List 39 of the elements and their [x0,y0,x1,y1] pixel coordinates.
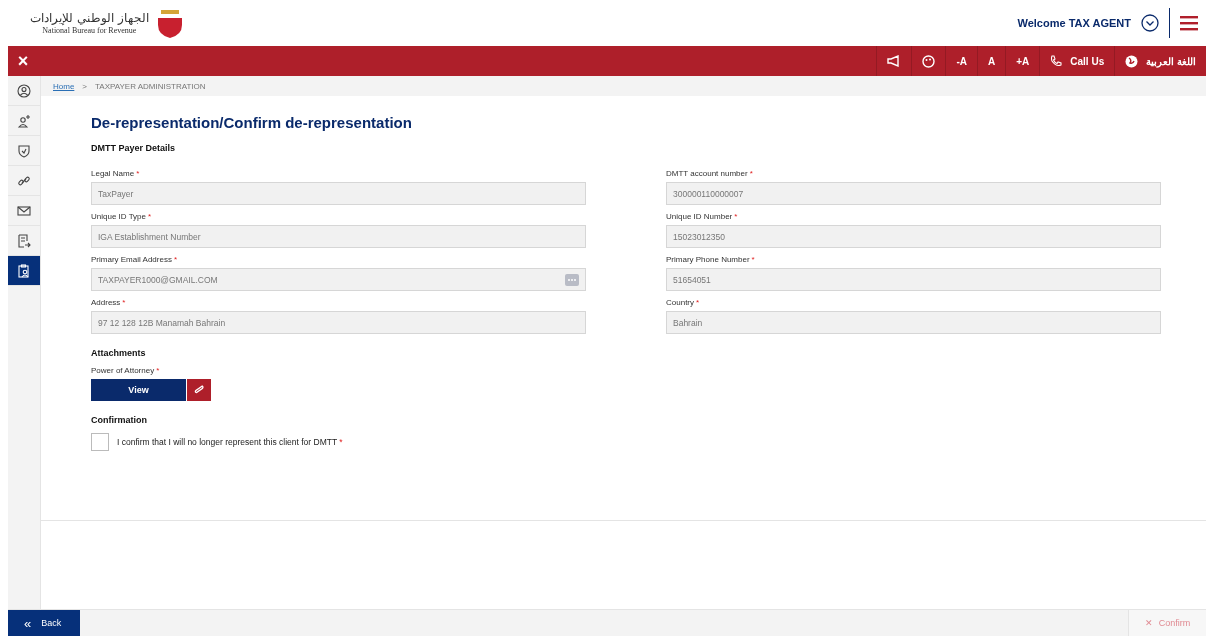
paperclip-icon [193,384,205,396]
field-label: Unique ID Number * [666,212,739,221]
page-title: De-representation/Confirm de-representation [91,114,413,131]
back-button[interactable]: « Back [8,610,80,636]
field-label: Legal Name * [91,169,141,178]
confirmation-text: I confirm that I will no longer represent this client for DMTT * [117,437,343,447]
clipboard-nav-icon[interactable] [8,256,40,286]
chevron-down-icon[interactable] [1141,14,1159,32]
breadcrumb-separator: > [82,81,87,91]
phone-icon [1050,55,1063,67]
input-field[interactable]: TaxPayer [91,182,586,205]
field-label: Country * [666,298,701,307]
view-button[interactable]: View [91,379,186,401]
field-label: Unique ID Type * [91,212,153,221]
megaphone-icon[interactable] [887,55,902,67]
section-title: DMTT Payer Details [91,143,177,153]
welcome-text: Welcome TAX AGENT [1017,17,1131,29]
field-label: Primary Email Address * [91,255,179,264]
input-field[interactable]: 15023012350 [666,225,1161,248]
field-label: Power of Attorney * [91,366,161,375]
input-field[interactable]: Bahrain [666,311,1161,334]
logo-arabic-text: الجهاز الوطني للإيرادات [30,11,149,26]
field-label: Primary Phone Number * [666,255,756,264]
input-field[interactable]: TAXPAYER1000@GMAIL.COM [91,268,586,291]
close-button[interactable]: × [8,46,38,76]
logo-text: National Bureau for Revenue [42,25,137,35]
checkbox[interactable] [91,433,109,451]
home-link[interactable]: Home [53,81,75,91]
input-field[interactable]: 300000110000007 [666,182,1161,205]
confirmation-title: Confirmation [91,415,148,425]
input-field[interactable]: IGA Establishment Number [91,225,586,248]
breadcrumb-current: TAXPAYER ADMINISTRATION [95,81,206,91]
field-label: DMTT account number * [666,169,754,178]
field-label: Address * [91,298,127,307]
attach-button[interactable] [187,379,211,401]
input-field[interactable]: 51654051 [666,268,1161,291]
attachments-title: Attachments [91,348,147,358]
input-field[interactable]: 97 12 128 12B Manamah Bahrain [91,311,586,334]
menu-icon[interactable] [1180,15,1198,31]
